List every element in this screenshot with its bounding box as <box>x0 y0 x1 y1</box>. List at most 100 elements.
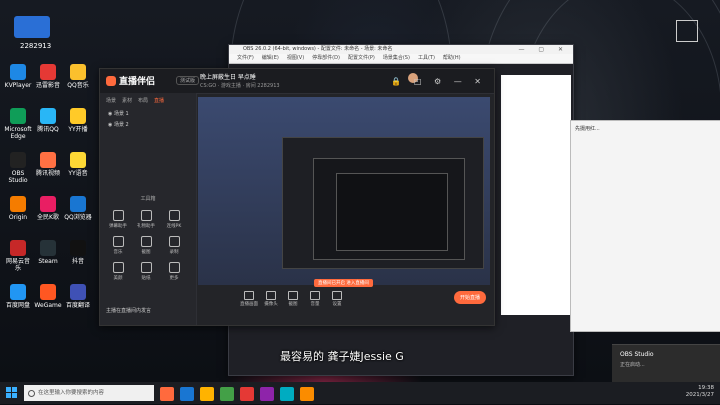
tool-item[interactable]: 弹幕助手 <box>104 207 132 233</box>
taskbar-app-icon[interactable] <box>220 387 234 401</box>
app-icon <box>10 196 26 212</box>
taskbar-app-icon[interactable] <box>260 387 274 401</box>
taskbar-app-icon[interactable] <box>240 387 254 401</box>
obs-titlebar[interactable]: OBS 26.0.2 (64-bit, windows) - 配置文件: 未命名… <box>229 45 573 54</box>
desktop-icon[interactable]: YY语音 <box>64 152 92 177</box>
taskbar-app-icon[interactable] <box>160 387 174 401</box>
window-controls[interactable]: — ▢ ✕ <box>518 45 569 54</box>
bottom-button[interactable]: 摄像头 <box>260 291 282 307</box>
tool-icon <box>168 236 180 247</box>
system-tray[interactable]: 19:38 2021/3/27 <box>686 385 714 399</box>
scene-item[interactable]: ◉ 场景 2 <box>100 119 196 130</box>
tool-item[interactable]: 录制 <box>160 233 188 259</box>
nested-preview-3 <box>313 158 465 260</box>
bottom-button[interactable]: 音量 <box>304 291 326 307</box>
bottom-button[interactable]: 截图 <box>282 291 304 307</box>
desktop-icon-label: Steam <box>38 258 58 265</box>
notify-body: 正在启动... <box>620 362 645 368</box>
taskbar-app-icon[interactable] <box>280 387 294 401</box>
desktop-icon[interactable]: 网易云音乐 <box>4 240 32 272</box>
tool-item[interactable]: 连线PK <box>160 207 188 233</box>
obs-menu-item[interactable]: 工具(T) <box>418 55 435 61</box>
version-badge: 测试版 <box>176 76 200 85</box>
desktop-cube-icon[interactable] <box>676 20 698 42</box>
nested-preview-2 <box>282 137 484 269</box>
app-icon <box>10 64 26 80</box>
obs-menu-item[interactable]: 配置文件(P) <box>348 55 375 61</box>
zbpl-tab[interactable]: 直播 <box>154 98 164 104</box>
obs-menubar: 文件(F) 编辑(E) 视图(V) 停靠部件(D) 配置文件(P) 场景集合(S) 工具(T… <box>229 54 573 64</box>
obs-menu-item[interactable]: 编辑(E) <box>262 55 279 61</box>
preview-stage[interactable] <box>198 97 490 285</box>
app-icon <box>40 108 56 124</box>
tool-item[interactable]: 贴纸 <box>132 259 160 285</box>
obs-menu-item[interactable]: 文件(F) <box>237 55 254 61</box>
header-icons[interactable]: 🔒 ◰ ⚙ — ✕ <box>391 77 486 86</box>
desktop-icon[interactable]: YY开播 <box>64 108 92 133</box>
tool-icon <box>112 210 124 221</box>
tool-item[interactable]: 礼物助手 <box>132 207 160 233</box>
tool-icon <box>112 236 124 247</box>
zbpl-logo: 直播伴侣 <box>106 74 155 87</box>
taskbar-search[interactable]: 在这里输入你要搜索的内容 <box>24 385 154 401</box>
bottom-button[interactable]: 设置 <box>326 291 348 307</box>
app-logo-icon <box>106 76 116 86</box>
tool-label: 礼物助手 <box>137 224 155 229</box>
obs-menu-item[interactable]: 场景集合(S) <box>383 55 410 61</box>
zbpl-window[interactable]: 直播伴侣 测试版 晚上屏蔽生日 早点睡 CS:GO · 游戏主播 · 房间 22… <box>99 68 495 326</box>
live-notice[interactable]: 直播间已开启 进入直播间 <box>314 279 373 287</box>
app-icon <box>40 240 56 256</box>
desktop-icon[interactable]: QQ音乐 <box>64 64 92 89</box>
obs-menu-item[interactable]: 帮助(H) <box>443 55 461 61</box>
desktop-icon[interactable]: KVPlayer <box>4 64 32 89</box>
taskbar-app-icon[interactable] <box>180 387 194 401</box>
app-icon <box>70 64 86 80</box>
desktop-icon[interactable]: QQ浏览器 <box>64 196 92 221</box>
clock-date: 2021/3/27 <box>685 392 714 398</box>
desktop-icon[interactable]: Origin <box>4 196 32 221</box>
start-live-button[interactable]: 开始直播 <box>453 291 486 304</box>
zbpl-tab[interactable]: 素材 <box>122 98 132 104</box>
desktop-icon[interactable]: Steam <box>34 240 62 265</box>
desktop-icon[interactable]: WeGame <box>34 284 62 309</box>
taskbar-app-icon[interactable] <box>300 387 314 401</box>
taskbar-app-icon[interactable] <box>200 387 214 401</box>
tool-item[interactable]: 美颜 <box>104 259 132 285</box>
desktop-icon[interactable]: 抖音 <box>64 240 92 265</box>
bottom-button[interactable]: 直播画面 <box>238 291 260 307</box>
tool-item[interactable]: 音乐 <box>104 233 132 259</box>
desktop-icon[interactable]: 腾讯QQ <box>34 108 62 133</box>
nested-preview <box>198 97 490 285</box>
tool-item[interactable]: 截图 <box>132 233 160 259</box>
desktop-icon[interactable]: 全民K歌 <box>34 196 62 221</box>
desktop-icon-label: YY开播 <box>68 126 88 133</box>
desktop-icon-label: YY语音 <box>68 170 88 177</box>
notification-toast[interactable]: OBS Studio 正在启动... <box>612 344 720 383</box>
tool-icon <box>112 262 124 273</box>
taskbar-apps <box>160 386 320 405</box>
desktop-icon[interactable]: 百度网盘 <box>4 284 32 309</box>
desktop-icon[interactable]: 百度翻译 <box>64 284 92 309</box>
obs-menu-item[interactable]: 停靠部件(D) <box>312 55 340 61</box>
right-window[interactable]: 先摄用红... <box>570 120 720 332</box>
desktop-icon[interactable]: OBS Studio <box>4 152 32 184</box>
obs-title: OBS 26.0.2 (64-bit, windows) - 配置文件: 未命名… <box>243 46 393 52</box>
scene-item[interactable]: ◉ 场景 1 <box>100 108 196 119</box>
zbpl-tab[interactable]: 场景 <box>106 98 116 104</box>
zbpl-header: 直播伴侣 测试版 晚上屏蔽生日 早点睡 CS:GO · 游戏主播 · 房间 22… <box>100 69 494 94</box>
tool-item[interactable]: 更多 <box>160 259 188 285</box>
desktop-icon[interactable]: Microsoft Edge <box>4 108 32 140</box>
desktop-icon-label: 百度网盘 <box>5 302 30 309</box>
desktop-icon[interactable]: 迅雷影音 <box>34 64 62 89</box>
zbpl-tab[interactable]: 布局 <box>138 98 148 104</box>
right-window-text: 先摄用红... <box>575 126 600 132</box>
button-icon <box>266 291 276 300</box>
tool-label: 更多 <box>169 276 179 281</box>
app-icon <box>70 152 86 168</box>
obs-menu-item[interactable]: 视图(V) <box>287 55 304 61</box>
desktop-icon[interactable]: 腾讯视频 <box>34 152 62 177</box>
desktop-icon-label: 腾讯QQ <box>37 126 59 133</box>
desktop-icon-label: KVPlayer <box>4 82 32 89</box>
start-button[interactable] <box>6 387 18 399</box>
bottom-buttons: 直播画面 摄像头 截图 音量 设置 <box>238 291 348 307</box>
